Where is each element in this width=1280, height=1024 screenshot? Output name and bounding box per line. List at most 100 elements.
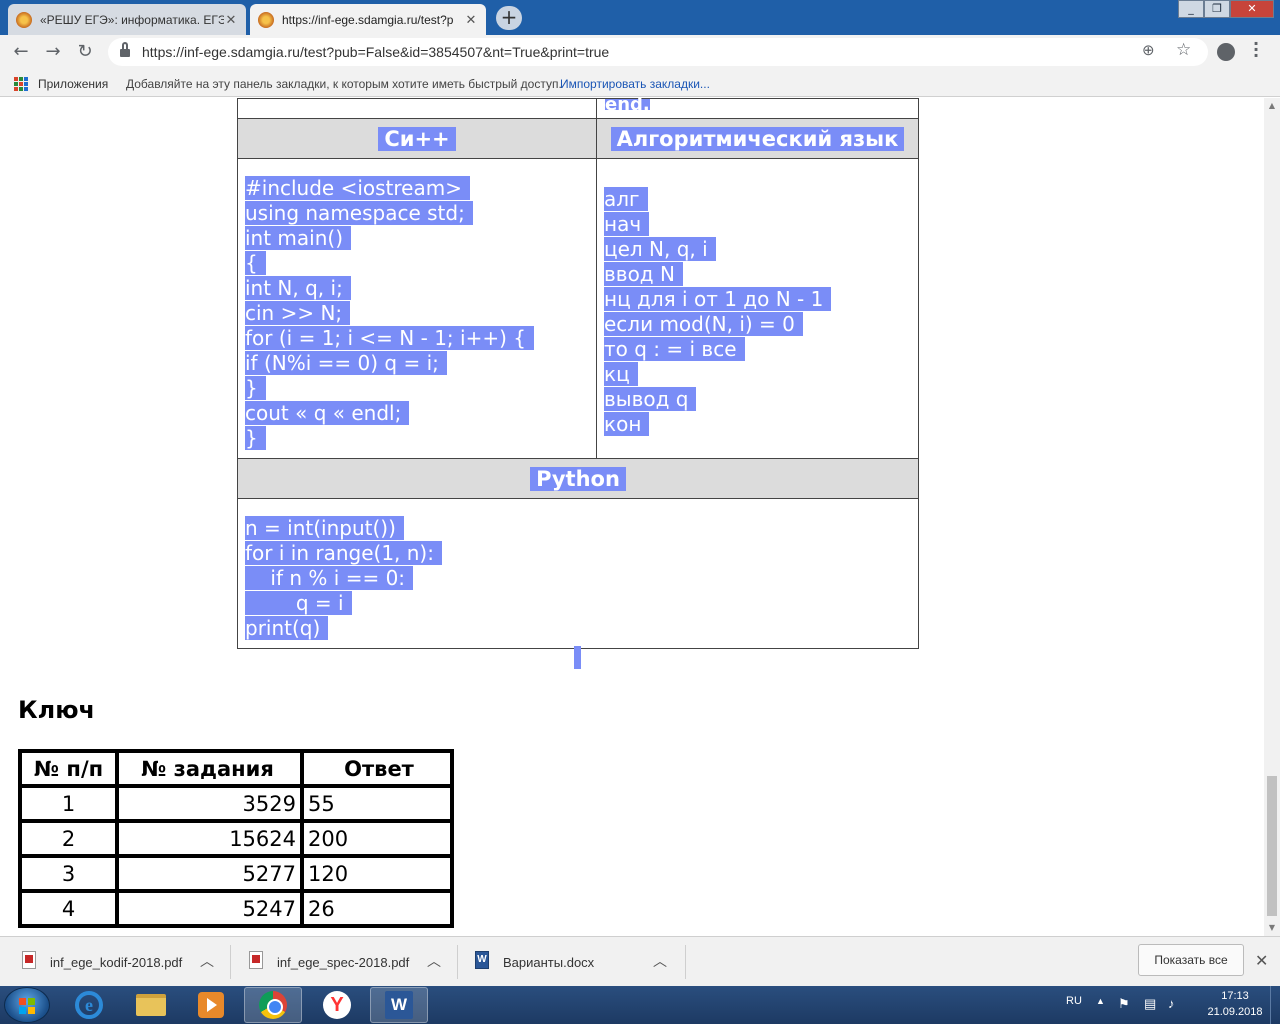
code-line-text: нач [604,212,650,236]
taskbar-media-player[interactable] [182,987,240,1023]
close-icon[interactable]: ✕ [1255,951,1268,971]
flag-icon[interactable]: ⚑ [1118,996,1130,1012]
tray-expand-icon[interactable]: ▲ [1096,996,1105,1006]
show-all-downloads-button[interactable]: Показать все [1138,944,1244,976]
code-table: end. Си++ Алгоритмический язык #include … [237,98,919,649]
taskbar-word[interactable]: W [370,987,428,1023]
profile-avatar-icon[interactable] [1217,43,1235,61]
download-item[interactable]: W Варианты.docx ︿ [475,937,671,987]
code-line: if n % i == 0: [245,566,911,591]
code-line-text: q = i [245,591,352,615]
volume-icon[interactable]: ♪ [1168,996,1175,1011]
code-line: int main() [245,226,589,251]
show-desktop-button[interactable] [1270,986,1280,1024]
column-header: № п/п [20,751,117,786]
pdf-file-icon [249,951,263,969]
column-header: № задания [117,751,302,786]
code-line-text: using namespace std; [245,201,473,225]
chevron-up-icon[interactable]: ︿ [653,951,667,971]
scroll-down-arrow-icon[interactable]: ▼ [1264,920,1280,936]
minimize-button[interactable]: _ [1178,0,1204,18]
table-cell: 5247 [117,891,302,926]
code-line: for (i = 1; i <= N - 1; i++) { [245,326,589,351]
code-line: кон [604,412,911,437]
zoom-icon[interactable]: ⊕ [1142,41,1155,59]
start-button[interactable] [4,987,50,1023]
previous-row: end. [237,98,919,119]
vertical-scrollbar[interactable]: ▲ ▼ [1264,98,1280,936]
code-line: #include <iostream> [245,176,589,201]
network-icon[interactable]: ▤ [1144,996,1156,1012]
download-item[interactable]: inf_ege_spec-2018.pdf ︿ [249,937,445,987]
code-line-text: print(q) [245,616,329,640]
apps-grid-icon[interactable] [14,77,28,91]
bookmark-star-icon[interactable]: ☆ [1176,40,1191,60]
download-item[interactable]: inf_ege_kodif-2018.pdf ︿ [22,937,218,987]
code-line-text: } [245,376,266,400]
taskbar-internet-explorer[interactable]: e [60,987,118,1023]
code-line: cout « q « endl; [245,401,589,426]
media-player-icon [198,992,224,1018]
code-line: using namespace std; [245,201,589,226]
tab-reshu-ege[interactable]: «РЕШУ ЕГЭ»: информатика. ЕГЭ ✕ [8,4,246,35]
code-line: } [245,376,589,401]
chevron-up-icon[interactable]: ︿ [427,951,441,971]
code-line: int N, q, i; [245,276,589,301]
clock-time[interactable]: 17:13 [1212,990,1258,1002]
close-icon[interactable]: ✕ [224,12,238,28]
python-row: n = int(input()) for i in range(1, n): if… [237,498,919,649]
back-arrow-icon[interactable]: ← [10,41,32,63]
scroll-up-arrow-icon[interactable]: ▲ [1264,98,1280,114]
apps-bookmark[interactable]: Приложения [38,77,108,91]
code-line-text: если mod(N, i) = 0 [604,312,803,336]
table-cell: 120 [302,856,452,891]
download-filename: Варианты.docx [503,955,595,970]
code-line: } [245,426,589,451]
scroll-thumb[interactable] [1267,776,1277,916]
forward-arrow-icon[interactable]: → [42,41,64,63]
address-bar[interactable]: https://inf-ege.sdamgia.ru/test?pub=Fals… [108,38,1208,66]
python-code-cell: n = int(input()) for i in range(1, n): if… [237,498,919,649]
code-line-text: cout « q « endl; [245,401,410,425]
table-cell: 26 [302,891,452,926]
code-line-text: int main() [245,226,352,250]
column-header: Ответ [302,751,452,786]
language-indicator[interactable]: RU [1066,995,1082,1007]
clock-date[interactable]: 21.09.2018 [1200,1006,1270,1018]
close-icon[interactable]: ✕ [464,12,478,28]
alg-code-cell: алг нач цел N, q, i ввод Nнц для i от 1 до … [596,158,919,459]
taskbar-explorer[interactable] [122,987,180,1023]
taskbar-chrome[interactable] [244,987,302,1023]
window-controls: _ ❐ ✕ [1178,0,1274,18]
maximize-button[interactable]: ❐ [1204,0,1230,18]
new-tab-button[interactable]: + [496,6,522,30]
tab-sdamgia-test[interactable]: https://inf-ege.sdamgia.ru/test?p ✕ [250,4,486,35]
url-text[interactable]: https://inf-ege.sdamgia.ru/test?pub=Fals… [142,44,609,60]
menu-dots-icon[interactable]: · · · [1253,36,1259,64]
alg-code: алг нач цел N, q, i ввод Nнц для i от 1 до … [604,187,911,437]
internet-explorer-icon: e [75,991,103,1019]
table-cell: 3529 [117,786,302,821]
reload-icon[interactable]: ↻ [74,41,96,63]
code-line-text: нц для i от 1 до N - 1 [604,287,832,311]
taskbar-yandex[interactable]: Y [308,987,366,1023]
code-line-text: кон [604,412,650,436]
code-line: цел N, q, i [604,237,911,262]
windows-taskbar: e Y W RU ▲ ⚑ ▤ ♪ 17:13 21.09.2018 [0,986,1280,1024]
window-close-button[interactable]: ✕ [1230,0,1274,18]
table-cell: 2 [20,821,117,856]
code-line: print(q) [245,616,911,641]
chevron-up-icon[interactable]: ︿ [200,951,214,971]
alg-header: Алгоритмический язык [610,126,905,151]
code-line-text: вывод q [604,387,697,411]
chrome-icon [259,991,287,1019]
code-line: если mod(N, i) = 0 [604,312,911,337]
import-bookmarks-link[interactable]: Импортировать закладки... [560,77,710,91]
download-filename: inf_ege_spec-2018.pdf [277,955,410,970]
table-row: 4 5247 26 [20,891,452,926]
table-cell: 15624 [117,821,302,856]
cpp-code-cell: #include <iostream> using namespace std; i… [237,158,597,459]
code-line: for i in range(1, n): [245,541,911,566]
table-row: 3 5277 120 [20,856,452,891]
code-line-text: ввод N [604,262,683,286]
